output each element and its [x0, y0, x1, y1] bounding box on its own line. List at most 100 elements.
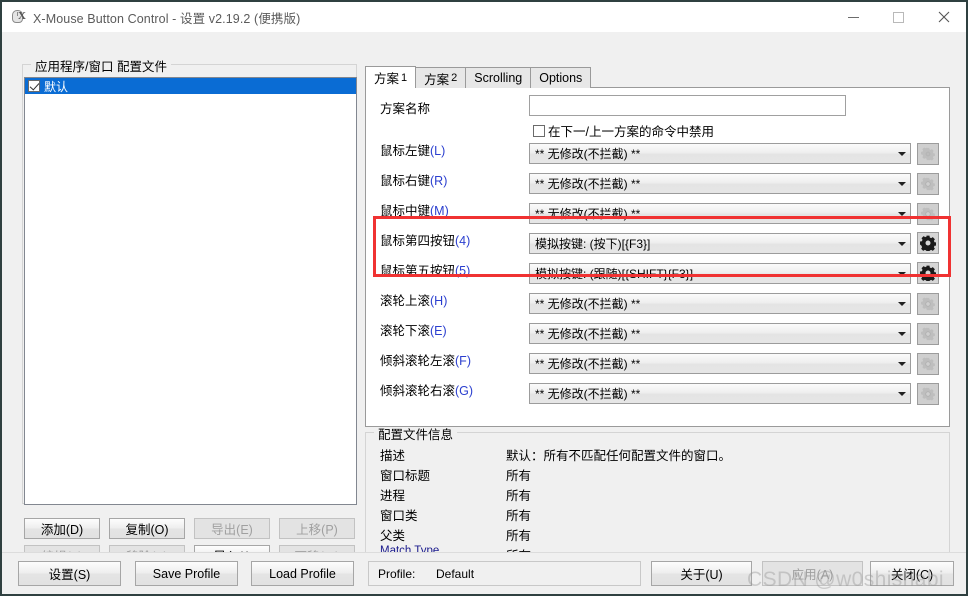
binding-gear-button-7[interactable] — [917, 353, 939, 375]
window-body: 应用程序/窗口 配置文件 默认 添加(D) 复制(O) 导出(E) 上移(P) … — [2, 32, 966, 594]
info-label-process: 进程 — [380, 489, 406, 503]
binding-gear-button-8[interactable] — [917, 383, 939, 405]
chevron-down-icon[interactable] — [898, 271, 906, 276]
binding-combo-6[interactable]: ** 无修改(不拦截) ** — [529, 323, 911, 344]
binding-label-2: 鼠标中键(M) — [380, 204, 449, 218]
chevron-down-icon[interactable] — [898, 211, 906, 216]
binding-gear-button-1[interactable] — [917, 173, 939, 195]
info-label-window-class: 窗口类 — [380, 509, 418, 523]
binding-value-5: ** 无修改(不拦截) ** — [535, 297, 641, 311]
chevron-down-icon[interactable] — [898, 181, 906, 186]
info-label-description: 描述 — [380, 449, 406, 463]
app-window: X X-Mouse Button Control - 设置 v2.19.2 (便… — [0, 0, 968, 596]
tab-label: 方案 — [424, 72, 450, 87]
chevron-down-icon[interactable] — [898, 301, 906, 306]
info-value-parent-class: 所有 — [506, 529, 532, 543]
export-button[interactable]: 导出(E) — [194, 518, 270, 539]
binding-combo-3[interactable]: 模拟按键: (按下)[{F3}] — [529, 233, 911, 254]
close-icon[interactable] — [921, 2, 966, 32]
binding-label-3: 鼠标第四按钮(4) — [380, 234, 471, 248]
disable-in-next-prev-checkbox-row[interactable]: 在下一/上一方案的命令中禁用 — [533, 121, 714, 140]
binding-gear-button-6[interactable] — [917, 323, 939, 345]
chevron-down-icon[interactable] — [898, 361, 906, 366]
binding-label-1: 鼠标右键(R) — [380, 174, 448, 188]
tab-number: 2 — [451, 72, 458, 84]
binding-combo-4[interactable]: 模拟按键: (跟随)[{SHIFT}{F3}] — [529, 263, 911, 284]
binding-combo-1[interactable]: ** 无修改(不拦截) ** — [529, 173, 911, 194]
binding-label-0: 鼠标左键(L) — [380, 144, 446, 158]
list-item[interactable]: 默认 — [25, 78, 356, 94]
move-up-button[interactable]: 上移(P) — [279, 518, 355, 539]
scheme-name-input[interactable] — [529, 95, 846, 116]
profile-status-value: Default — [436, 566, 475, 581]
profiles-groupbox: 应用程序/窗口 配置文件 默认 — [22, 56, 357, 505]
profile-status-label: Profile: — [378, 566, 416, 581]
binding-value-0: ** 无修改(不拦截) ** — [535, 147, 641, 161]
profiles-group-label: 应用程序/窗口 配置文件 — [31, 56, 171, 75]
binding-gear-button-4[interactable] — [917, 262, 939, 284]
copy-button[interactable]: 复制(O) — [109, 518, 185, 539]
binding-value-3: 模拟按键: (按下)[{F3}] — [535, 237, 651, 251]
profile-status-field: Profile: Default — [368, 561, 641, 586]
settings-button[interactable]: 设置(S) — [18, 561, 121, 586]
disable-checkbox-label: 在下一/上一方案的命令中禁用 — [548, 125, 714, 139]
minimize-icon[interactable] — [831, 2, 876, 32]
tab-options[interactable]: Options — [530, 67, 592, 88]
info-label-window-title: 窗口标题 — [380, 469, 431, 483]
chevron-down-icon[interactable] — [898, 241, 906, 246]
chevron-down-icon[interactable] — [898, 391, 906, 396]
watermark: CSDN @w0shishabi — [747, 568, 944, 591]
binding-value-6: ** 无修改(不拦截) ** — [535, 327, 641, 341]
tab-scheme-2[interactable]: 方案 2 — [415, 67, 467, 88]
binding-value-1: ** 无修改(不拦截) ** — [535, 177, 641, 191]
info-value-description: 默认：所有不匹配任何配置文件的窗口。 — [506, 449, 732, 463]
save-profile-button[interactable]: Save Profile — [135, 561, 238, 586]
tab-scheme-1[interactable]: 方案 1 — [365, 66, 417, 88]
chevron-down-icon[interactable] — [898, 151, 906, 156]
checkbox-icon[interactable] — [28, 80, 40, 92]
list-item-label: 默认 — [44, 79, 69, 94]
about-button[interactable]: 关于(U) — [651, 561, 752, 586]
binding-gear-button-2[interactable] — [917, 203, 939, 225]
binding-gear-button-5[interactable] — [917, 293, 939, 315]
scheme-1-panel: 方案名称 在下一/上一方案的命令中禁用 鼠标左键(L) ** 无修改(不拦截) … — [365, 87, 950, 427]
binding-combo-8[interactable]: ** 无修改(不拦截) ** — [529, 383, 911, 404]
tab-scrolling[interactable]: Scrolling — [465, 67, 532, 88]
info-value-process: 所有 — [506, 489, 532, 503]
window-title: X-Mouse Button Control - 设置 v2.19.2 (便携版… — [33, 11, 301, 26]
scheme-name-label: 方案名称 — [380, 102, 431, 116]
tab-label: Options — [539, 71, 583, 85]
binding-label-6: 滚轮下滚(E) — [380, 324, 447, 338]
window-controls — [831, 2, 966, 32]
checkbox-icon[interactable] — [533, 124, 545, 137]
binding-gear-button-0[interactable] — [917, 143, 939, 165]
binding-value-7: ** 无修改(不拦截) ** — [535, 357, 641, 371]
title-bar: X X-Mouse Button Control - 设置 v2.19.2 (便… — [2, 2, 966, 32]
maximize-icon[interactable] — [876, 2, 921, 32]
binding-combo-7[interactable]: ** 无修改(不拦截) ** — [529, 353, 911, 374]
info-value-window-class: 所有 — [506, 509, 532, 523]
tab-strip: 方案 1 方案 2 Scrolling Options — [365, 66, 592, 88]
xmouse-app-icon: X — [10, 9, 26, 25]
binding-value-2: ** 无修改(不拦截) ** — [535, 207, 641, 221]
tab-label: 方案 — [374, 72, 400, 86]
tab-number: 1 — [401, 71, 408, 84]
load-profile-button[interactable]: Load Profile — [251, 561, 354, 586]
chevron-down-icon[interactable] — [898, 331, 906, 336]
binding-combo-2[interactable]: ** 无修改(不拦截) ** — [529, 203, 911, 224]
binding-value-4: 模拟按键: (跟随)[{SHIFT}{F3}] — [535, 267, 694, 281]
binding-label-7: 倾斜滚轮左滚(F) — [380, 354, 471, 368]
info-label-parent-class: 父类 — [380, 529, 406, 543]
binding-value-8: ** 无修改(不拦截) ** — [535, 387, 641, 401]
add-button[interactable]: 添加(D) — [24, 518, 100, 539]
binding-label-4: 鼠标第五按钮(5) — [380, 264, 471, 278]
binding-gear-button-3[interactable] — [917, 232, 939, 254]
binding-label-5: 滚轮上滚(H) — [380, 294, 448, 308]
tab-label: Scrolling — [474, 71, 523, 85]
binding-label-8: 倾斜滚轮右滚(G) — [380, 384, 474, 398]
info-value-window-title: 所有 — [506, 469, 532, 483]
profiles-listbox[interactable]: 默认 — [24, 77, 357, 505]
binding-combo-5[interactable]: ** 无修改(不拦截) ** — [529, 293, 911, 314]
binding-combo-0[interactable]: ** 无修改(不拦截) ** — [529, 143, 911, 164]
bottom-bar: 设置(S) Save Profile Load Profile Profile:… — [2, 552, 966, 594]
